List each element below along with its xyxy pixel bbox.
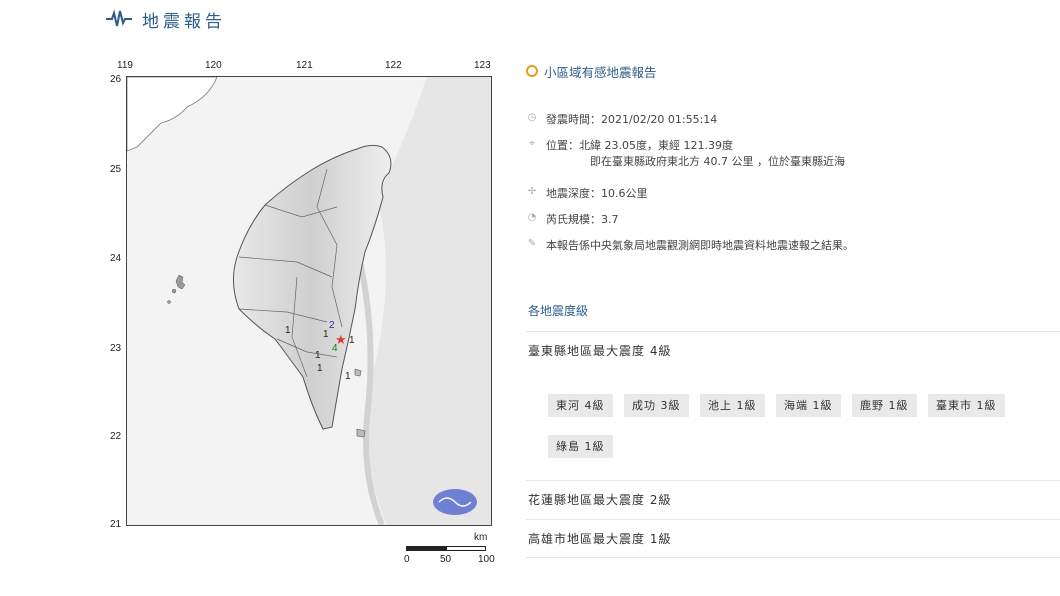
scale-tick: 50 <box>440 554 452 565</box>
intensity-section-title: 各地震度級 <box>528 304 589 318</box>
intensity-mark: 1 <box>323 329 329 340</box>
time-label: 發震時間：2021/02/20 01:55:14 <box>546 113 718 126</box>
region-row-hualien[interactable]: 花蓮縣地區最大震度 2級 <box>526 480 1060 518</box>
lon-tick: 119 <box>117 60 133 71</box>
page-title: 地震報告 <box>142 11 226 32</box>
location-detail: ⌖ 位置：北緯 23.05度，東經 121.39度 即在臺東縣政府東北方 40.… <box>526 138 845 170</box>
magnitude-label: 芮氏規模：3.7 <box>546 213 619 226</box>
lat-tick: 22 <box>110 431 122 442</box>
clock-icon: ◷ <box>527 112 537 123</box>
intensity-mark: 2 <box>329 320 335 331</box>
location-label: 位置：北緯 23.05度，東經 121.39度 <box>546 139 733 152</box>
page-header: 地震報告 <box>106 6 226 32</box>
scale-tick: 100 <box>478 554 495 565</box>
station-chip: 鹿野 1級 <box>852 394 917 417</box>
scale-unit: km <box>474 532 488 543</box>
region-label: 花蓮縣地區最大震度 2級 <box>528 493 672 507</box>
depth-icon: ✢ <box>527 186 537 197</box>
lat-tick: 21 <box>110 519 122 530</box>
magnitude-icon: ◔ <box>527 212 537 223</box>
report-type: 小區域有感地震報告 <box>526 60 1060 82</box>
intensity-mark: 1 <box>349 335 355 346</box>
scale-tick: 0 <box>404 554 410 565</box>
bullet-circle-icon <box>526 65 538 77</box>
depth-detail: ✢ 地震深度：10.6公里 <box>526 186 648 202</box>
region-label: 臺東縣地區最大震度 4級 <box>528 344 672 358</box>
station-chip: 綠島 1級 <box>548 435 613 458</box>
time-detail: ◷ 發震時間：2021/02/20 01:55:14 <box>526 112 718 128</box>
intensity-mark: 1 <box>345 371 351 382</box>
report-type-label: 小區域有感地震報告 <box>544 64 657 80</box>
location-sub: 即在臺東縣政府東北方 40.7 公里 ，位於臺東縣近海 <box>590 155 845 168</box>
note-detail: ✎ 本報告係中央氣象局地震觀測網即時地震資料地震速報之結果。 <box>526 238 854 254</box>
lat-tick: 23 <box>110 343 122 354</box>
station-chip: 海端 1級 <box>776 394 841 417</box>
seismograph-wave-icon <box>106 9 132 27</box>
station-chip: 臺東市 1級 <box>928 394 1005 417</box>
lon-tick: 122 <box>385 60 402 71</box>
star-icon: ★ <box>335 333 347 348</box>
pen-icon: ✎ <box>527 238 537 249</box>
lat-tick: 25 <box>110 164 122 175</box>
lat-tick: 24 <box>110 253 122 264</box>
report-panel: 小區域有感地震報告 ◷ 發震時間：2021/02/20 01:55:14 ⌖ 位… <box>526 60 1060 558</box>
magnitude-detail: ◔ 芮氏規模：3.7 <box>526 212 619 228</box>
station-chip: 成功 3級 <box>624 394 689 417</box>
pin-icon: ⌖ <box>529 138 535 149</box>
intensity-mark: 1 <box>317 363 323 374</box>
intensity-mark: 1 <box>315 350 321 361</box>
lon-tick: 120 <box>205 60 222 71</box>
note-text: 本報告係中央氣象局地震觀測網即時地震資料地震速報之結果。 <box>546 239 854 252</box>
depth-label: 地震深度：10.6公里 <box>546 187 648 200</box>
region-label: 高雄市地區最大震度 1級 <box>528 532 672 546</box>
region-row-kaohsiung[interactable]: 高雄市地區最大震度 1級 <box>526 519 1060 558</box>
lon-tick: 123 <box>474 60 491 71</box>
region-row-taitung[interactable]: 臺東縣地區最大震度 4級 <box>526 331 1060 369</box>
earthquake-map: 119 120 121 122 123 26 25 24 23 22 21 2 … <box>104 58 500 566</box>
map-canvas <box>127 77 491 525</box>
intensity-mark: 1 <box>285 325 291 336</box>
station-chip: 東河 4級 <box>548 394 613 417</box>
map-frame: 2 1 1 1 4 1 1 1 ★ <box>126 76 492 526</box>
station-chip: 池上 1級 <box>700 394 765 417</box>
lon-tick: 121 <box>296 60 313 71</box>
scale-bar: km 0 50 100 <box>404 532 495 566</box>
lat-tick: 26 <box>110 74 122 85</box>
